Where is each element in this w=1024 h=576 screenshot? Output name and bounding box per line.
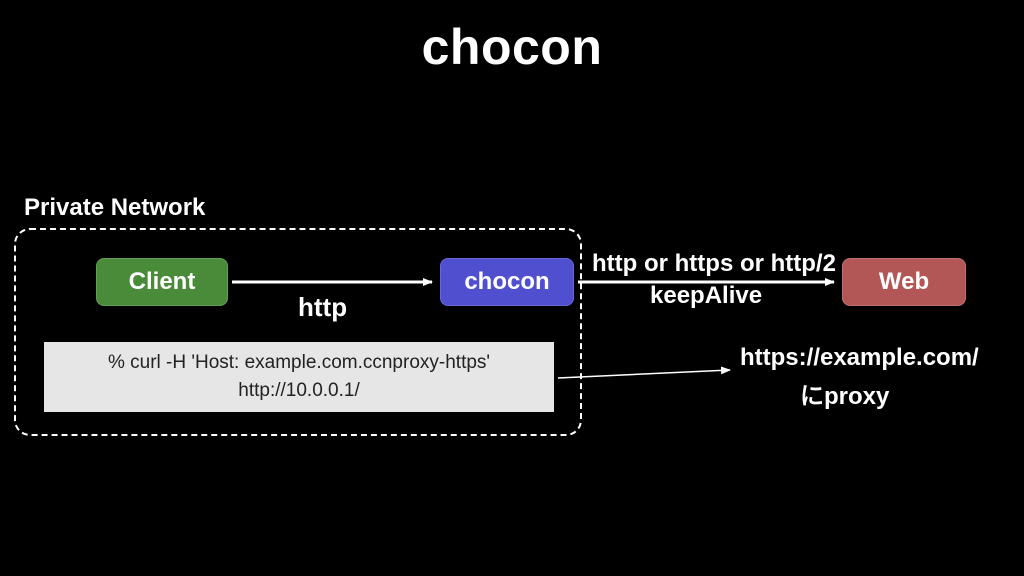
web-node: Web [842,258,966,306]
private-network-label: Private Network [24,194,205,222]
curl-line-1: % curl -H 'Host: example.com.ccnproxy-ht… [108,349,490,378]
arrow-label-http: http [298,292,347,323]
client-node: Client [96,258,228,306]
arrow-curl-proxy [558,370,730,378]
arrow-label-keepalive: keepAlive [650,282,762,310]
curl-line-2: http://10.0.0.1/ [238,377,359,406]
chocon-node: chocon [440,258,574,306]
slide-title: chocon [0,18,1024,76]
curl-command-box: % curl -H 'Host: example.com.ccnproxy-ht… [44,342,554,412]
proxy-target-label: https://example.com/ [740,344,979,372]
arrow-label-protocol: http or https or http/2 [592,250,836,278]
proxy-label: にproxy [800,376,889,411]
